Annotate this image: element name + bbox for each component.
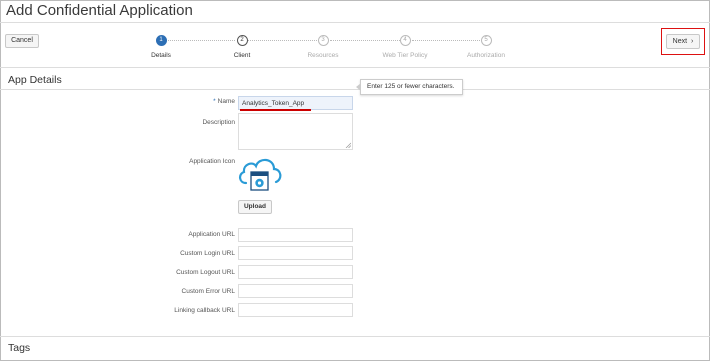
step-web-tier-policy[interactable]: 4 Web Tier Policy (375, 35, 435, 59)
window-frame (0, 0, 710, 361)
header-divider (0, 22, 710, 23)
steps-divider (0, 67, 710, 68)
page-title: Add Confidential Application (6, 2, 193, 19)
step-number: 3 (317, 35, 329, 46)
step-label: Client (233, 52, 251, 59)
section-divider (0, 89, 710, 90)
step-label: Details (151, 52, 171, 59)
step-label: Web Tier Policy (382, 52, 428, 59)
name-underline-annotation (240, 109, 311, 111)
step-label: Resources (307, 52, 339, 59)
upload-button[interactable]: Upload (238, 200, 272, 214)
step-label: Authorization (467, 52, 505, 59)
cancel-button[interactable]: Cancel (5, 34, 39, 48)
linking-callback-url-label: Linking callback URL (174, 307, 235, 314)
section-heading-app-details: App Details (8, 74, 62, 86)
step-authorization[interactable]: 5 Authorization (456, 35, 516, 59)
custom-login-url-label: Custom Login URL (180, 250, 235, 257)
required-marker: * (213, 98, 216, 105)
step-number: 5 (480, 35, 492, 46)
linking-callback-url-input[interactable] (238, 303, 353, 317)
name-input[interactable] (238, 96, 353, 110)
custom-error-url-label: Custom Error URL (181, 288, 235, 295)
section-heading-tags: Tags (8, 342, 31, 354)
step-number: 1 (155, 35, 167, 46)
application-url-label: Application URL (188, 231, 235, 238)
section-divider (0, 336, 710, 337)
application-icon-label: Application Icon (189, 158, 235, 165)
next-button-label: Next (672, 38, 688, 45)
chevron-right-icon: › (691, 38, 694, 45)
custom-login-url-input[interactable] (238, 246, 353, 260)
application-url-input[interactable] (238, 228, 353, 242)
step-resources[interactable]: 3 Resources (293, 35, 353, 59)
step-client[interactable]: 2 Client (212, 35, 272, 59)
cloud-app-icon (239, 158, 282, 191)
step-number: 4 (399, 35, 411, 46)
description-label: Description (202, 119, 235, 126)
custom-logout-url-label: Custom Logout URL (176, 269, 235, 276)
resize-grip-icon[interactable] (345, 142, 351, 148)
step-details[interactable]: 1 Details (131, 35, 191, 59)
next-button[interactable]: Next › (666, 34, 700, 49)
name-tooltip: Enter 125 or fewer characters. (356, 79, 463, 95)
custom-error-url-input[interactable] (238, 284, 353, 298)
name-label: * Name (213, 98, 235, 105)
step-number: 2 (236, 35, 248, 46)
custom-logout-url-input[interactable] (238, 265, 353, 279)
description-field[interactable] (238, 113, 353, 150)
